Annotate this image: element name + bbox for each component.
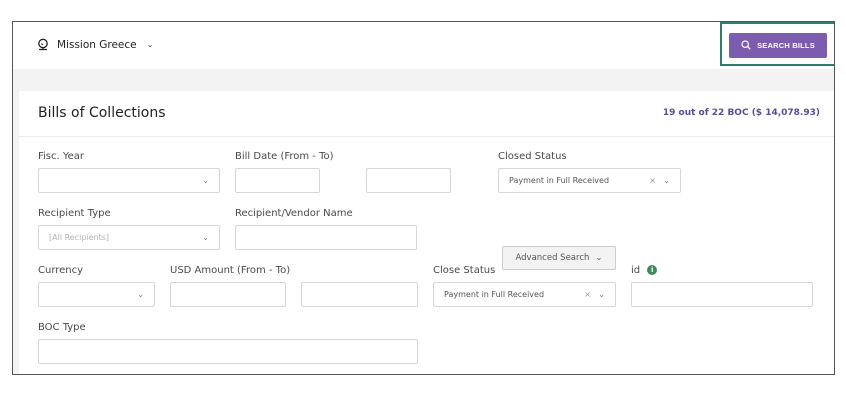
close-status-value: Payment in Full Received	[444, 290, 545, 299]
id-input[interactable]	[631, 282, 813, 307]
recipient-name-input[interactable]	[235, 225, 417, 250]
info-icon[interactable]: i	[647, 265, 658, 275]
closed-status-label: Closed Status	[498, 151, 567, 162]
app-frame: Mission Greece ⌄ SEARCH BILLS Bills of C…	[12, 21, 835, 375]
chevron-down-icon: ⌄	[137, 290, 144, 299]
fisc-year-label: Fisc. Year	[38, 151, 85, 162]
usd-amount-to-input[interactable]	[301, 282, 418, 307]
advanced-search-button[interactable]: Advanced Search ⌄	[502, 246, 616, 270]
search-bills-button[interactable]: SEARCH BILLS	[729, 33, 827, 58]
chevron-down-icon: ⌄	[202, 176, 209, 185]
chevron-down-icon: ⌄	[598, 290, 605, 299]
close-status-select[interactable]: Payment in Full Received × ⌄	[433, 282, 616, 307]
chevron-down-icon: ⌄	[146, 40, 154, 49]
boc-type-label: BOC Type	[38, 322, 86, 333]
card-header: Bills of Collections 19 out of 22 BOC ($…	[19, 91, 834, 137]
chevron-down-icon: ⌄	[595, 253, 603, 263]
closed-status-select[interactable]: Payment in Full Received × ⌄	[498, 168, 681, 193]
usd-amount-from-input[interactable]	[170, 282, 286, 307]
closed-status-value: Payment in Full Received	[509, 176, 610, 185]
currency-label: Currency	[38, 265, 84, 276]
search-bills-highlight: SEARCH BILLS	[720, 22, 834, 66]
fisc-year-select[interactable]: ⌄	[38, 168, 220, 193]
advanced-search-label: Advanced Search	[515, 253, 590, 263]
org-name: Mission Greece	[57, 38, 137, 51]
close-status-label: Close Status	[433, 265, 496, 276]
bill-date-from-input[interactable]	[235, 168, 320, 193]
chevron-down-icon: ⌄	[202, 233, 209, 242]
boc-type-select[interactable]	[38, 339, 418, 364]
recipient-type-select[interactable]: [All Recipients] ⌄	[38, 225, 220, 250]
chevron-down-icon: ⌄	[663, 176, 670, 185]
page-title: Bills of Collections	[38, 105, 166, 121]
clear-icon[interactable]: ×	[649, 176, 656, 185]
id-label: id i	[631, 265, 658, 276]
bill-date-label: Bill Date (From - To)	[235, 151, 334, 162]
usd-amount-label: USD Amount (From - To)	[170, 265, 291, 276]
recipient-type-label: Recipient Type	[38, 208, 111, 219]
bill-date-to-input[interactable]	[366, 168, 451, 193]
org-selector[interactable]: Mission Greece ⌄	[37, 38, 153, 51]
recipient-type-placeholder: [All Recipients]	[49, 233, 110, 242]
clear-icon[interactable]: ×	[584, 290, 591, 299]
search-icon	[741, 39, 751, 52]
result-count: 19 out of 22 BOC ($ 14,078.93)	[662, 108, 820, 118]
search-bills-label: SEARCH BILLS	[757, 41, 815, 50]
currency-select[interactable]: ⌄	[38, 282, 155, 307]
recipient-name-label: Recipient/Vendor Name	[235, 208, 353, 219]
top-bar: Mission Greece ⌄ SEARCH BILLS	[13, 22, 834, 69]
bills-card: Bills of Collections 19 out of 22 BOC ($…	[19, 91, 834, 374]
globe-icon	[37, 38, 49, 51]
